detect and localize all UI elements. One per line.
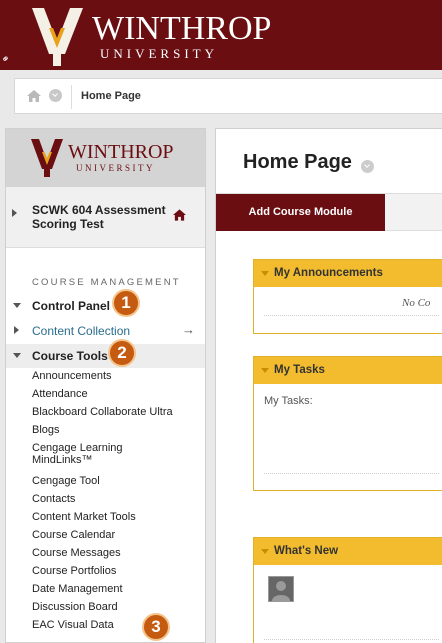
collapse-arrow-icon[interactable] [261,271,269,276]
announcements-empty-text: No Co [402,297,431,309]
action-bar: Add Course Module [216,193,442,231]
avatar [268,576,294,602]
module-title: My Announcements [274,267,383,279]
tool-link-attendance[interactable]: Attendance [32,388,88,400]
page-title: Home Page [243,151,352,173]
add-course-module-button[interactable]: Add Course Module [216,194,385,231]
tool-link-announcements[interactable]: Announcements [32,370,112,382]
tool-link-course-portfolios[interactable]: Course Portfolios [32,565,116,577]
control-panel-label: Control Panel [32,299,111,313]
tool-link-blogs[interactable]: Blogs [32,424,60,436]
chevron-down-icon[interactable] [361,160,374,173]
home-icon[interactable] [173,209,186,221]
tool-link-content-market[interactable]: Content Market Tools [32,511,136,523]
link-icon: ⚭ [0,52,13,67]
home-icon[interactable] [27,90,41,102]
divider [71,85,72,109]
collapse-arrow-icon[interactable] [261,368,269,373]
tool-link-course-messages[interactable]: Course Messages [32,547,121,559]
logo-word-university: UNIVERSITY [100,46,218,61]
content-collection-item[interactable]: Content Collection → [6,319,205,343]
step-badge-2: 2 [108,339,136,367]
tool-link-cengage-tool[interactable]: Cengage Tool [32,475,100,487]
module-header[interactable]: What's New [254,538,442,565]
collapse-arrow-icon [13,303,21,308]
top-banner: WINTHROP UNIVERSITY ⚭ [0,0,442,70]
arrow-right-icon[interactable]: → [182,322,195,337]
sidebar-logo-word-university: UNIVERSITY [76,163,155,173]
winthrop-logo-mark-icon [31,139,63,177]
my-tasks-text: My Tasks: [264,395,313,407]
breadcrumb-current: Home Page [81,90,141,102]
tool-link-date-management[interactable]: Date Management [32,583,123,595]
user-silhouette-icon [272,581,290,601]
content-collection-link[interactable]: Content Collection [32,324,130,338]
breadcrumb: Home Page [14,78,442,114]
course-management-heading: COURSE MANAGEMENT [32,277,181,288]
module-title: My Tasks [274,364,325,376]
divider [264,473,439,474]
module-header[interactable]: My Tasks [254,357,442,384]
tool-link-blackboard-collaborate[interactable]: Blackboard Collaborate Ultra [32,406,173,418]
tool-link-course-calendar[interactable]: Course Calendar [32,529,115,541]
module-my-announcements: My Announcements No Co [253,259,442,334]
expand-arrow-icon [12,209,17,217]
module-whats-new: What's New [253,537,442,643]
module-header[interactable]: My Announcements [254,260,442,287]
course-tools-label: Course Tools [32,349,108,363]
course-name: SCWK 604 Assessment Scoring Test [32,203,166,231]
tool-link-eac-visual-data[interactable]: EAC Visual Data [32,619,114,631]
tool-link-discussion-board[interactable]: Discussion Board [32,601,118,613]
module-my-tasks: My Tasks My Tasks: [253,356,442,491]
expand-arrow-icon [14,326,19,334]
tool-link-contacts[interactable]: Contacts [32,493,75,505]
tool-link-cengage-mindlinks[interactable]: Cengage Learning MindLinks™ [32,442,182,466]
winthrop-logo-mark-icon [32,8,83,66]
step-badge-1: 1 [112,289,140,317]
sidebar-logo-word-winthrop: WINTHROP [68,141,174,163]
course-menu-sidebar: WINTHROP UNIVERSITY SCWK 604 Assessment … [5,128,206,643]
divider [264,639,439,640]
logo-word-winthrop: WINTHROP [92,10,272,47]
chevron-down-icon[interactable] [49,89,62,102]
course-tools-item[interactable]: Course Tools [6,344,205,368]
step-badge-3: 3 [142,613,170,641]
divider [264,315,439,316]
control-panel-item[interactable]: Control Panel [6,294,205,318]
sidebar-banner: WINTHROP UNIVERSITY [6,129,205,187]
collapse-arrow-icon[interactable] [261,549,269,554]
university-wordmark[interactable]: WINTHROP UNIVERSITY [92,12,271,62]
collapse-arrow-icon [13,353,21,358]
main-content: Home Page Add Course Module My Announcem… [215,128,442,643]
course-title-item[interactable]: SCWK 604 Assessment Scoring Test [6,187,205,248]
module-title: What's New [274,545,339,557]
